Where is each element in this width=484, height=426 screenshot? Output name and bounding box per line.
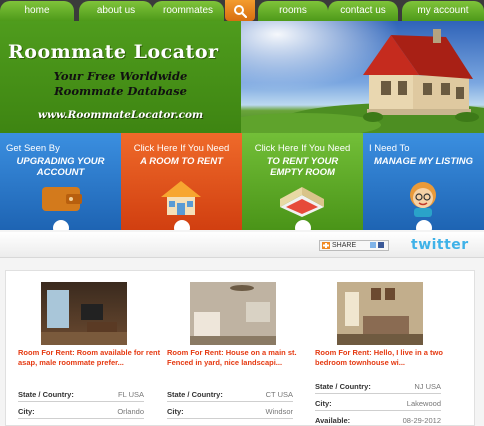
listing-card[interactable]: Room For Rent: Room available for rent a… xyxy=(18,271,166,426)
listing-photo[interactable] xyxy=(337,282,423,345)
room-photo-1 xyxy=(41,290,127,345)
twitter-logo[interactable]: twitter xyxy=(411,237,469,253)
city-label: City: xyxy=(167,407,184,416)
site-url: www.RoommateLocator.com xyxy=(37,109,204,121)
nav-rooms[interactable]: rooms xyxy=(258,1,328,21)
nav-my-account[interactable]: my account xyxy=(402,1,484,21)
nav-contact-us[interactable]: contact us xyxy=(328,1,398,21)
listing-card[interactable]: Room For Rent: House on a main st. Fence… xyxy=(167,271,315,426)
nav-search-button[interactable] xyxy=(225,0,255,21)
room-photo-2 xyxy=(190,282,276,345)
state-value: FL USA xyxy=(118,390,144,399)
share-label: SHARE xyxy=(332,242,357,249)
listing-photo[interactable] xyxy=(41,282,127,345)
tile-room-to-rent[interactable]: Click Here If You Need A ROOM TO RENT xyxy=(121,133,242,230)
house-illustration xyxy=(241,21,484,133)
available-label: Available: xyxy=(315,416,351,425)
person-avatar-icon xyxy=(410,182,436,217)
city-value: Orlando xyxy=(117,407,144,416)
listing-photo[interactable] xyxy=(190,282,276,345)
state-label: State / Country: xyxy=(167,390,223,399)
tile-manage-line1: I Need To xyxy=(369,143,410,154)
city-value: Windsor xyxy=(265,407,293,416)
listing-card[interactable]: Room For Rent: Hello, I live in a two be… xyxy=(315,271,463,426)
share-bar: SHARE twitter xyxy=(0,232,484,258)
city-row: City: Windsor xyxy=(167,405,293,419)
nav-about-us[interactable]: about us xyxy=(79,1,153,21)
tile-rent-empty-room[interactable]: Click Here If You Need TO RENT YOUR EMPT… xyxy=(242,133,363,230)
page: home about us roommates rooms contact us… xyxy=(0,0,484,426)
tile-manage-line2: MANAGE MY LISTING xyxy=(373,156,474,167)
room-photo-3 xyxy=(337,282,423,345)
facebook-icon xyxy=(378,242,384,248)
available-value: 08-29-2012 xyxy=(402,416,441,425)
listings-panel: Room For Rent: Room available for rent a… xyxy=(5,270,475,426)
tile-upgrade-line1: Get Seen By xyxy=(6,143,60,154)
bookmark-icon xyxy=(370,242,376,248)
listing-title[interactable]: Room For Rent: Hello, I live in a two be… xyxy=(315,348,455,367)
site-tagline-2: Roommate Database xyxy=(54,84,187,98)
search-icon xyxy=(234,4,247,18)
city-label: City: xyxy=(18,407,35,416)
house-icon xyxy=(161,181,201,215)
tile-upgrade-account[interactable]: Get Seen By UPGRADING YOUR ACCOUNT xyxy=(0,133,121,230)
share-button[interactable]: SHARE xyxy=(319,240,389,251)
listing-title[interactable]: Room For Rent: Room available for rent a… xyxy=(18,348,166,367)
state-country-row: State / Country: CT USA xyxy=(167,388,293,402)
tile-upgrade-line2: UPGRADING YOUR ACCOUNT xyxy=(16,156,105,178)
state-value: CT USA xyxy=(265,390,293,399)
available-row: Available: 08-29-2012 xyxy=(315,414,441,426)
tile-room-line1: Click Here If You Need xyxy=(133,143,230,154)
share-plus-icon xyxy=(322,242,330,249)
state-value: NJ USA xyxy=(414,382,441,391)
top-navigation: home about us roommates rooms contact us… xyxy=(0,0,484,21)
tile-room-line2: A ROOM TO RENT xyxy=(140,156,223,167)
site-title: Roommate Locator xyxy=(8,41,219,63)
state-country-row: State / Country: FL USA xyxy=(18,388,144,402)
city-label: City: xyxy=(315,399,332,408)
chevron-down-icon xyxy=(415,220,432,230)
tile-empty-line1: Click Here If You Need xyxy=(254,143,351,154)
tile-manage-listing[interactable]: I Need To MANAGE MY LISTING xyxy=(363,133,484,230)
tile-empty-line2: TO RENT YOUR EMPTY ROOM xyxy=(266,156,339,178)
empty-room-icon xyxy=(280,187,324,217)
city-row: City: Lakewood xyxy=(315,397,441,411)
chevron-down-icon xyxy=(294,220,311,230)
state-label: State / Country: xyxy=(18,390,74,399)
logo-banner[interactable]: Roommate Locator Your Free Worldwide Roo… xyxy=(0,21,241,133)
site-tagline-1: Your Free Worldwide xyxy=(53,69,188,83)
listing-title[interactable]: Room For Rent: House on a main st. Fence… xyxy=(167,348,315,367)
house-banner-image xyxy=(241,21,484,133)
state-country-row: State / Country: NJ USA xyxy=(315,380,441,394)
city-value: Lakewood xyxy=(406,399,441,408)
wallet-icon xyxy=(42,187,82,211)
nav-home[interactable]: home xyxy=(0,1,74,21)
chevron-down-icon xyxy=(173,220,190,230)
city-row: City: Orlando xyxy=(18,405,144,419)
state-label: State / Country: xyxy=(315,382,371,391)
chevron-down-icon xyxy=(52,220,69,230)
nav-roommates[interactable]: roommates xyxy=(152,1,224,21)
